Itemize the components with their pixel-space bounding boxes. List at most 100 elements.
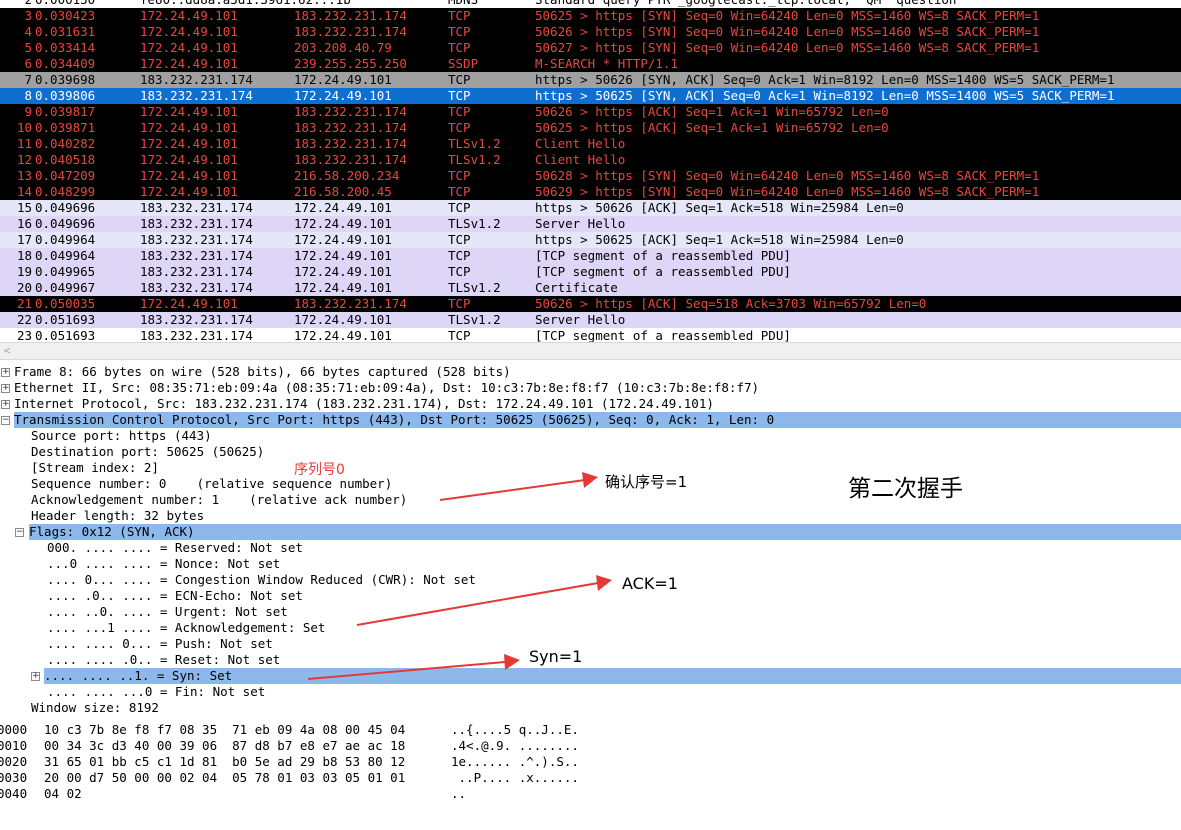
scroll-left-arrow-icon[interactable]: < xyxy=(1,344,13,358)
hex-line[interactable]: 0010 00 34 3c d3 40 00 39 06 87 d8 b7 e8 … xyxy=(0,738,1181,754)
packet-protocol: TCP xyxy=(448,264,471,279)
flag-bit[interactable]: .... ...1 .... = Acknowledgement: Set xyxy=(47,620,325,636)
tree-item-flags[interactable]: Flags: 0x12 (SYN, ACK) xyxy=(29,524,1181,540)
packet-row[interactable]: 6 0.034409 172.24.49.101 239.255.255.250 SSD… xyxy=(0,56,1181,72)
flag-bit[interactable]: .... .0.. .... = ECN-Echo: Not set xyxy=(47,588,303,604)
packet-destination: 183.232.231.174 xyxy=(294,8,407,23)
packet-time: 0.034409 xyxy=(35,56,96,71)
tcp-window-size[interactable]: Window size: 8192 xyxy=(31,700,159,716)
packet-number: 17 xyxy=(16,232,32,247)
flag-bit[interactable]: .... .... 0... = Push: Not set xyxy=(47,636,273,652)
packet-source: 172.24.49.101 xyxy=(140,152,238,167)
flag-bit[interactable]: ...0 .... .... = Nonce: Not set xyxy=(47,556,280,572)
packet-protocol: MDNS xyxy=(448,0,478,8)
packet-info: https > 50626 [ACK] Seq=1 Ack=518 Win=25… xyxy=(535,200,904,215)
packet-number: 11 xyxy=(16,136,32,151)
tcp-field[interactable]: Acknowledgement number: 1 (relative ack … xyxy=(31,492,407,508)
packet-row[interactable]: 16 0.049696 183.232.231.174 172.24.49.101 TL… xyxy=(0,216,1181,232)
tree-item-frame[interactable]: Frame 8: 66 bytes on wire (528 bits), 66… xyxy=(14,364,511,380)
flag-bit[interactable]: .... .... .0.. = Reset: Not set xyxy=(47,652,280,668)
packet-time: 0.030423 xyxy=(35,8,96,23)
flag-bit[interactable]: 000. .... .... = Reserved: Not set xyxy=(47,540,303,556)
tree-item-ethernet[interactable]: Ethernet II, Src: 08:35:71:eb:09:4a (08:… xyxy=(14,380,759,396)
tcp-field[interactable]: Destination port: 50625 (50625) xyxy=(31,444,264,460)
expand-icon[interactable]: + xyxy=(1,384,10,393)
packet-number: 8 xyxy=(24,88,32,103)
packet-row[interactable]: 9 0.039817 172.24.49.101 183.232.231.174 TCP… xyxy=(0,104,1181,120)
packet-row[interactable]: 10 0.039871 172.24.49.101 183.232.231.174 TC… xyxy=(0,120,1181,136)
hex-offset: 0010 xyxy=(0,738,28,753)
tree-item-ip[interactable]: Internet Protocol, Src: 183.232.231.174 … xyxy=(14,396,714,412)
packet-protocol: TCP xyxy=(448,296,471,311)
packet-row[interactable]: 13 0.047209 172.24.49.101 216.58.200.234 TCP… xyxy=(0,168,1181,184)
collapse-icon[interactable]: − xyxy=(1,416,10,425)
tcp-field[interactable]: [Stream index: 2] xyxy=(31,460,159,476)
tcp-field[interactable]: Source port: https (443) xyxy=(31,428,212,444)
packet-destination: 183.232.231.174 xyxy=(294,104,407,119)
packet-time: 0.049964 xyxy=(35,232,96,247)
packet-protocol: TCP xyxy=(448,72,471,87)
packet-protocol: TCP xyxy=(448,24,471,39)
hex-line[interactable]: 0030 20 00 d7 50 00 00 02 04 05 78 01 03 … xyxy=(0,770,1181,786)
expand-icon[interactable]: + xyxy=(1,368,10,377)
packet-source: 183.232.231.174 xyxy=(140,72,253,87)
packet-number: 3 xyxy=(24,8,32,23)
packet-row[interactable]: 8 0.039806 183.232.231.174 172.24.49.101 TCP… xyxy=(0,88,1181,104)
packet-row[interactable]: 12 0.040518 172.24.49.101 183.232.231.174 TL… xyxy=(0,152,1181,168)
packet-details-tree[interactable]: + Frame 8: 66 bytes on wire (528 bits), 6… xyxy=(0,364,1181,718)
packet-info: Client Hello xyxy=(535,136,626,151)
packet-destination: 172.24.49.101 xyxy=(294,280,392,295)
packet-row[interactable]: 22 0.051693 183.232.231.174 172.24.49.101 TL… xyxy=(0,312,1181,328)
packet-row[interactable]: 11 0.040282 172.24.49.101 183.232.231.174 TL… xyxy=(0,136,1181,152)
flag-bit[interactable]: .... 0... .... = Congestion Window Reduc… xyxy=(47,572,476,588)
tcp-field[interactable]: Header length: 32 bytes xyxy=(31,508,204,524)
packet-time: 0.049696 xyxy=(35,216,96,231)
hex-ascii: .4<.@.9. ........ xyxy=(451,738,579,753)
packet-row[interactable]: 5 0.033414 172.24.49.101 203.208.40.79 TCP 50… xyxy=(0,40,1181,56)
hex-offset: 0030 xyxy=(0,770,28,785)
flag-bit[interactable]: .... .... ...0 = Fin: Not set xyxy=(47,684,265,700)
packet-number: 23 xyxy=(16,328,32,342)
packet-time: 0.033414 xyxy=(35,40,96,55)
packet-destination: 183.232.231.174 xyxy=(294,24,407,39)
hex-offset: 0040 xyxy=(0,786,28,801)
packet-protocol: TLSv1.2 xyxy=(448,152,501,167)
packet-number: 19 xyxy=(16,264,32,279)
packet-row[interactable]: 21 0.050035 172.24.49.101 183.232.231.174 TC… xyxy=(0,296,1181,312)
packet-destination: 172.24.49.101 xyxy=(294,200,392,215)
packet-list[interactable]: 20.000150 fe80::dd8a:a5d1:3961:62...1b MDN… xyxy=(0,0,1181,342)
packet-row[interactable]: 3 0.030423 172.24.49.101 183.232.231.174 TCP… xyxy=(0,8,1181,24)
packet-row[interactable]: 19 0.049965 183.232.231.174 172.24.49.101 TC… xyxy=(0,264,1181,280)
packet-protocol: TCP xyxy=(448,88,471,103)
packet-bytes-pane[interactable]: 0000 10 c3 7b 8e f8 f7 08 35 71 eb 09 4a … xyxy=(0,722,1181,830)
packet-number: 2 xyxy=(2,0,32,8)
packet-destination: 216.58.200.45 xyxy=(294,184,392,199)
hex-line[interactable]: 0040 04 02.. xyxy=(0,786,1181,802)
packet-protocol: TCP xyxy=(448,184,471,199)
packet-info: 50627 > https [SYN] Seq=0 Win=64240 Len=… xyxy=(535,40,1040,55)
packet-row[interactable]: 4 0.031631 172.24.49.101 183.232.231.174 TCP… xyxy=(0,24,1181,40)
hex-ascii: 1e...... .^.).S.. xyxy=(451,754,579,769)
expand-icon[interactable]: + xyxy=(31,672,40,681)
flag-syn[interactable]: .... .... ..1. = Syn: Set xyxy=(44,668,1181,684)
packet-time: 0.050035 xyxy=(35,296,96,311)
packet-row[interactable]: 20.000150 fe80::dd8a:a5d1:3961:62...1b MDN… xyxy=(0,0,1181,8)
packet-row[interactable]: 15 0.049696 183.232.231.174 172.24.49.101 TC… xyxy=(0,200,1181,216)
packet-row[interactable]: 18 0.049964 183.232.231.174 172.24.49.101 TC… xyxy=(0,248,1181,264)
expand-icon[interactable]: + xyxy=(1,400,10,409)
packet-row[interactable]: 23 0.051693 183.232.231.174 172.24.49.101 TC… xyxy=(0,328,1181,342)
packet-row[interactable]: 14 0.048299 172.24.49.101 216.58.200.45 TCP 5… xyxy=(0,184,1181,200)
flag-bit[interactable]: .... ..0. .... = Urgent: Not set xyxy=(47,604,288,620)
packet-source: 172.24.49.101 xyxy=(140,104,238,119)
hex-line[interactable]: 0000 10 c3 7b 8e f8 f7 08 35 71 eb 09 4a … xyxy=(0,722,1181,738)
packet-info: 50626 > https [ACK] Seq=518 Ack=3703 Win… xyxy=(535,296,927,311)
packet-source: 172.24.49.101 xyxy=(140,24,238,39)
tree-item-tcp[interactable]: Transmission Control Protocol, Src Port:… xyxy=(14,412,1181,428)
packet-number: 18 xyxy=(16,248,32,263)
packet-row[interactable]: 7 0.039698 183.232.231.174 172.24.49.101 TCP… xyxy=(0,72,1181,88)
packet-row[interactable]: 20 0.049967 183.232.231.174 172.24.49.101 TL… xyxy=(0,280,1181,296)
horizontal-scrollbar[interactable]: < xyxy=(0,342,1181,360)
packet-row[interactable]: 17 0.049964 183.232.231.174 172.24.49.101 TC… xyxy=(0,232,1181,248)
collapse-icon[interactable]: − xyxy=(15,528,24,537)
hex-line[interactable]: 0020 31 65 01 bb c5 c1 1d 81 b0 5e ad 29 … xyxy=(0,754,1181,770)
